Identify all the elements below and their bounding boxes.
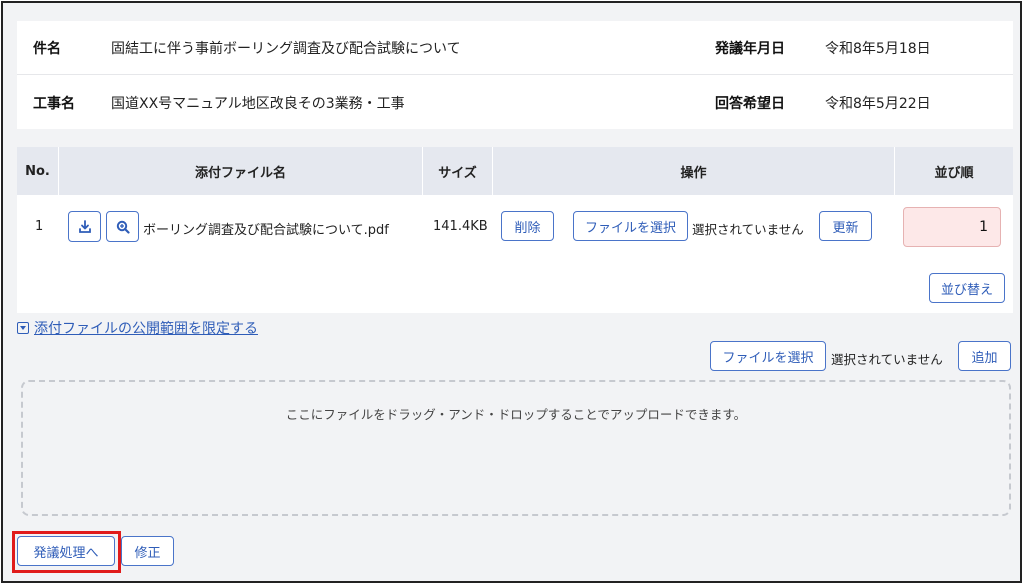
row-no-file-text: 選択されていません [692,222,804,237]
expand-toggle-icon [17,322,29,334]
issue-date-value: 令和8年5月18日 [825,40,931,57]
header-filename: 添付ファイル名 [59,147,423,195]
info-row-work: 工事名 国道XX号マニュアル地区改良その3業務・工事 回答希望日 令和8年5月2… [17,76,1013,130]
limit-visibility-link[interactable]: 添付ファイルの公開範囲を限定する [17,318,258,338]
attachments-table: No. 添付ファイル名 サイズ 操作 並び順 1 ボーリング調査及び配合試験につ… [17,147,1013,313]
work-label: 工事名 [33,96,75,112]
header-actions: 操作 [493,147,895,195]
info-panel: 件名 固結工に伴う事前ボーリング調査及び配合試験について 発議年月日 令和8年5… [17,21,1013,129]
reply-date-value: 令和8年5月22日 [825,96,931,112]
preview-button[interactable] [106,211,139,242]
zoom-icon [116,220,130,234]
page-frame: 件名 固結工に伴う事前ボーリング調査及び配合試験について 発議年月日 令和8年5… [1,1,1022,583]
no-file-text: 選択されていません [831,352,943,367]
file-size: 141.4KB [433,219,488,234]
issue-date-label: 発議年月日 [715,40,785,57]
row-no: 1 [35,219,44,234]
subject-value: 固結工に伴う事前ボーリング調査及び配合試験について [111,40,461,57]
download-button[interactable] [68,211,101,242]
drop-zone-text: ここにファイルをドラッグ・アンド・ドロップすることでアップロードできます。 [285,407,747,422]
delete-button[interactable]: 削除 [501,211,554,241]
select-file-button[interactable]: ファイルを選択 [710,341,826,371]
work-value: 国道XX号マニュアル地区改良その3業務・工事 [111,96,405,112]
table-row: 1 ボーリング調査及び配合試験について.pdf 141.4KB 削除 ファイルを… [17,195,1013,259]
file-name: ボーリング調査及び配合試験について.pdf [143,223,389,238]
download-icon [78,219,91,233]
order-input[interactable] [903,207,1001,247]
submit-button[interactable]: 発議処理へ [17,536,115,566]
header-order: 並び順 [934,165,974,181]
reply-date-label: 回答希望日 [715,96,785,112]
edit-button[interactable]: 修正 [121,536,174,566]
row-select-file-button[interactable]: ファイルを選択 [573,211,688,241]
update-button[interactable]: 更新 [819,211,872,241]
header-size: サイズ [423,147,493,195]
info-row-subject: 件名 固結工に伴う事前ボーリング調査及び配合試験について 発議年月日 令和8年5… [17,21,1013,75]
sort-button[interactable]: 並び替え [929,273,1005,303]
limit-visibility-text: 添付ファイルの公開範囲を限定する [34,321,258,337]
header-no: No. [17,147,59,195]
add-button[interactable]: 追加 [958,341,1011,371]
table-header: No. 添付ファイル名 サイズ 操作 並び順 [17,147,1013,195]
drop-zone[interactable]: ここにファイルをドラッグ・アンド・ドロップすることでアップロードできます。 [21,380,1011,516]
subject-label: 件名 [33,40,61,57]
